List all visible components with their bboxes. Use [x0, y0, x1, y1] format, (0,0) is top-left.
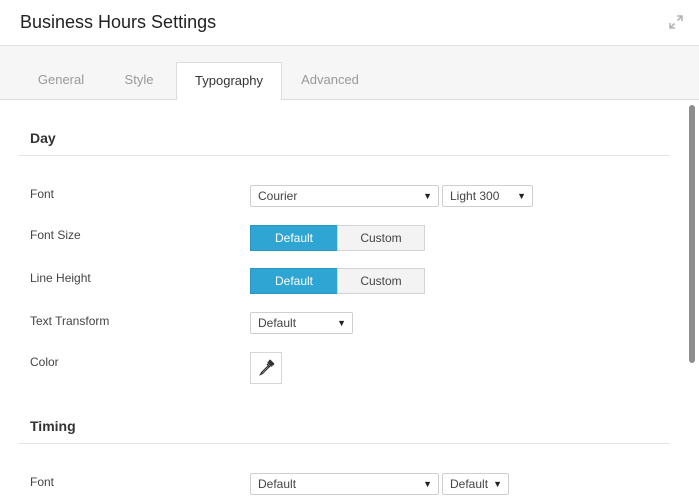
day-font-size-custom-button[interactable]: Custom — [337, 225, 425, 251]
section-divider — [19, 155, 670, 156]
day-font-family-value: Courier — [258, 189, 298, 203]
day-line-height-label: Line Height — [30, 271, 91, 285]
timing-font-family-select[interactable]: Default ▼ — [250, 473, 439, 495]
day-color-label: Color — [30, 355, 59, 369]
expand-icon[interactable] — [668, 14, 684, 30]
day-font-weight-select[interactable]: Light 300 ▼ — [442, 185, 533, 207]
day-text-transform-label: Text Transform — [30, 314, 110, 328]
day-line-height-default-button[interactable]: Default — [250, 268, 338, 294]
day-font-size-toggle: Default Custom — [250, 225, 425, 251]
day-font-size-default-button[interactable]: Default — [250, 225, 338, 251]
dialog-title: Business Hours Settings — [20, 12, 217, 32]
tab-typography[interactable]: Typography — [176, 62, 282, 101]
day-color-picker[interactable] — [250, 352, 282, 384]
section-title-day: Day — [30, 130, 56, 146]
chevron-down-icon: ▼ — [493, 479, 502, 489]
day-font-label: Font — [30, 187, 55, 201]
timing-font-weight-value: Default — [450, 477, 489, 491]
timing-font-weight-select[interactable]: Default ▼ — [442, 473, 509, 495]
tab-advanced[interactable]: Advanced — [290, 62, 370, 98]
dialog-header: Business Hours Settings — [0, 0, 699, 46]
tab-style[interactable]: Style — [108, 62, 170, 98]
section-title-timing: Timing — [30, 418, 76, 434]
day-font-family-select[interactable]: Courier ▼ — [250, 185, 439, 207]
chevron-down-icon: ▼ — [423, 479, 432, 489]
day-text-transform-value: Default — [258, 316, 297, 330]
scrollbar[interactable] — [689, 105, 695, 363]
day-line-height-custom-button[interactable]: Custom — [337, 268, 425, 294]
chevron-down-icon: ▼ — [517, 191, 526, 201]
day-text-transform-select[interactable]: Default ▼ — [250, 312, 353, 334]
chevron-down-icon: ▼ — [423, 191, 432, 201]
chevron-down-icon: ▼ — [337, 318, 346, 328]
day-font-weight-value: Light 300 — [450, 189, 500, 203]
timing-font-label: Font — [30, 475, 55, 489]
tab-bar: General Style Typography Advanced — [0, 46, 699, 101]
timing-font-family-value: Default — [258, 477, 297, 491]
day-font-size-label: Font Size — [30, 228, 81, 242]
day-line-height-toggle: Default Custom — [250, 268, 425, 294]
section-divider — [19, 443, 670, 444]
eyedropper-icon — [259, 359, 275, 376]
tab-general[interactable]: General — [22, 62, 100, 98]
